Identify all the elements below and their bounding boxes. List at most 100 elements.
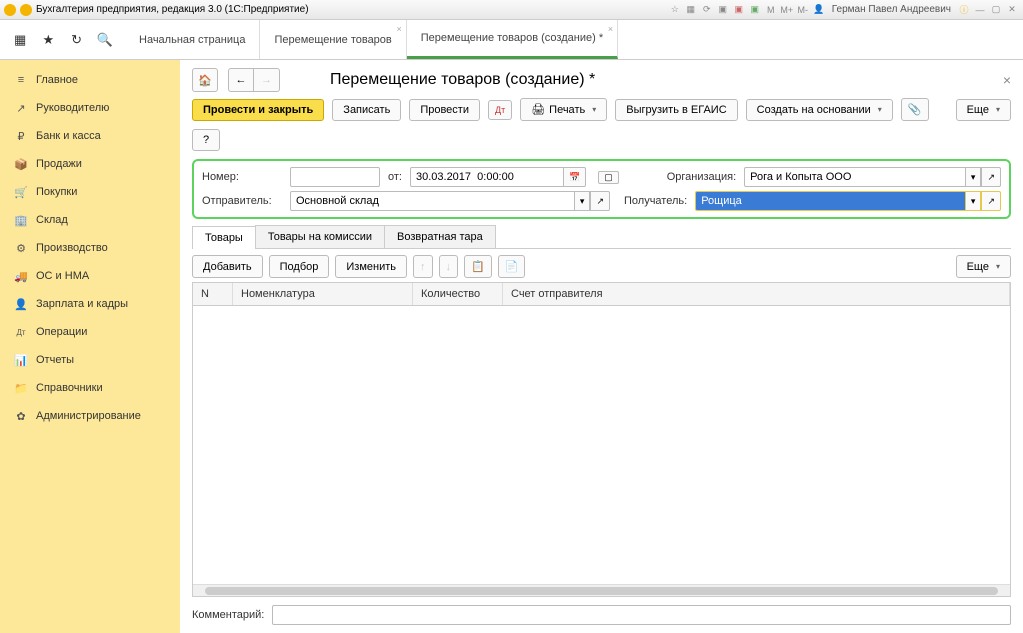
grid-more-button[interactable]: Еще: [956, 255, 1011, 278]
sidebar-item-production[interactable]: ⚙Производство: [0, 234, 180, 262]
more-button[interactable]: Еще: [956, 99, 1011, 121]
tb-icon[interactable]: ▣: [716, 3, 730, 17]
post-close-button[interactable]: Провести и закрыть: [192, 99, 324, 121]
add-button[interactable]: Добавить: [192, 255, 263, 278]
pick-button[interactable]: Подбор: [269, 255, 330, 278]
attach-button[interactable]: 📎: [901, 98, 929, 121]
col-account[interactable]: Счет отправителя: [503, 283, 1010, 305]
post-button[interactable]: Провести: [409, 99, 480, 121]
app-title: Бухгалтерия предприятия, редакция 3.0 (1…: [36, 4, 309, 15]
sidebar-item-purchases[interactable]: 🛒Покупки: [0, 178, 180, 206]
paste-button[interactable]: 📄: [498, 255, 526, 278]
tb-icon[interactable]: ⟳: [700, 3, 714, 17]
dropdown-icon[interactable]: ▾: [965, 191, 982, 211]
date-input[interactable]: [410, 167, 563, 187]
header-fields-box: Номер: от: 📅 ▢ Организация: ▾ ↗ Отправит…: [192, 159, 1011, 219]
box-icon: 📦: [14, 157, 28, 171]
sidebar-item-main[interactable]: ≡Главное: [0, 66, 180, 94]
write-button[interactable]: Записать: [332, 99, 401, 121]
sidebar-item-catalogs[interactable]: 📁Справочники: [0, 374, 180, 402]
number-input[interactable]: [290, 167, 380, 187]
cart-icon: 🛒: [14, 185, 28, 199]
sidebar: ≡Главное ↗Руководителю ₽Банк и касса 📦Пр…: [0, 60, 180, 633]
tb-icon[interactable]: M-: [796, 3, 810, 17]
ruble-icon: ₽: [14, 129, 28, 143]
bars-icon: 📊: [14, 353, 28, 367]
col-n[interactable]: N: [193, 283, 233, 305]
back-button[interactable]: ←: [228, 68, 254, 92]
menu-icon: ≡: [14, 73, 28, 87]
minimize-icon[interactable]: —: [973, 3, 987, 17]
sidebar-item-payroll[interactable]: 👤Зарплата и кадры: [0, 290, 180, 318]
subtab-commission[interactable]: Товары на комиссии: [255, 225, 385, 248]
sidebar-item-bank[interactable]: ₽Банк и касса: [0, 122, 180, 150]
col-quantity[interactable]: Количество: [413, 283, 503, 305]
person-icon: 👤: [14, 297, 28, 311]
sidebar-item-reports[interactable]: 📊Отчеты: [0, 346, 180, 374]
sidebar-item-sales[interactable]: 📦Продажи: [0, 150, 180, 178]
from-label: от:: [388, 171, 402, 183]
extra-button[interactable]: ▢: [598, 171, 619, 184]
down-button[interactable]: ↓: [439, 255, 459, 278]
tb-icon[interactable]: ☆: [668, 3, 682, 17]
close-icon[interactable]: ✕: [1005, 3, 1019, 17]
subtab-goods[interactable]: Товары: [192, 226, 256, 249]
receiver-label: Получатель:: [624, 195, 687, 207]
apps-icon[interactable]: ▦: [12, 32, 28, 48]
home-button[interactable]: 🏠: [192, 68, 218, 92]
help-button[interactable]: ?: [192, 129, 220, 151]
sidebar-item-manager[interactable]: ↗Руководителю: [0, 94, 180, 122]
calendar-icon[interactable]: 📅: [563, 167, 586, 187]
print-button[interactable]: 🖨 Печать: [520, 98, 607, 121]
copy-button[interactable]: 📋: [464, 255, 492, 278]
truck-icon: 🚚: [14, 269, 28, 283]
dk-button[interactable]: Дт: [488, 100, 512, 120]
folder-icon: 📁: [14, 381, 28, 395]
tb-icon[interactable]: M: [764, 3, 778, 17]
forward-button[interactable]: →: [254, 68, 280, 92]
tab-home[interactable]: Начальная страница: [125, 20, 260, 59]
maximize-icon[interactable]: ▢: [989, 3, 1003, 17]
close-icon[interactable]: ×: [397, 24, 402, 34]
comment-input[interactable]: [272, 605, 1011, 625]
sender-input[interactable]: [290, 191, 574, 211]
sidebar-item-operations[interactable]: ДтОперации: [0, 318, 180, 346]
open-icon[interactable]: ↗: [981, 191, 1001, 211]
dropdown-icon[interactable]: ▾: [965, 167, 982, 187]
edit-button[interactable]: Изменить: [335, 255, 407, 278]
tb-icon[interactable]: ▣: [748, 3, 762, 17]
sidebar-item-admin[interactable]: ✿Администрирование: [0, 402, 180, 430]
content: 🏠 ← → Перемещение товаров (создание) * ×…: [180, 60, 1023, 633]
close-icon[interactable]: ×: [1003, 72, 1011, 88]
gear-icon: ⚙: [14, 241, 28, 255]
tb-icon[interactable]: ▦: [684, 3, 698, 17]
col-nomenclature[interactable]: Номенклатура: [233, 283, 413, 305]
history-icon[interactable]: ↻: [69, 32, 85, 48]
create-based-button[interactable]: Создать на основании: [746, 99, 893, 121]
tb-icon[interactable]: ▣: [732, 3, 746, 17]
chart-icon: ↗: [14, 101, 28, 115]
building-icon: 🏢: [14, 213, 28, 227]
egais-button[interactable]: Выгрузить в ЕГАИС: [615, 99, 737, 121]
sidebar-item-warehouse[interactable]: 🏢Склад: [0, 206, 180, 234]
dropdown-icon[interactable]: ▾: [574, 191, 591, 211]
sidebar-item-assets[interactable]: 🚚ОС и НМА: [0, 262, 180, 290]
receiver-input[interactable]: [695, 191, 965, 211]
star-icon[interactable]: ★: [40, 32, 56, 48]
tabs: Начальная страница Перемещение товаров× …: [125, 20, 1023, 59]
grid-body[interactable]: [193, 306, 1010, 584]
grid: N Номенклатура Количество Счет отправите…: [192, 282, 1011, 597]
tab-move-items[interactable]: Перемещение товаров×: [260, 20, 406, 59]
subtab-returnable[interactable]: Возвратная тара: [384, 225, 496, 248]
open-icon[interactable]: ↗: [981, 167, 1001, 187]
close-icon[interactable]: ×: [608, 24, 613, 34]
tab-move-items-create[interactable]: Перемещение товаров (создание) *×: [407, 20, 618, 59]
up-button[interactable]: ↑: [413, 255, 433, 278]
org-input[interactable]: [744, 167, 965, 187]
tb-icon[interactable]: M+: [780, 3, 794, 17]
info-icon[interactable]: ⓘ: [957, 3, 971, 17]
open-icon[interactable]: ↗: [590, 191, 610, 211]
search-icon[interactable]: 🔍: [97, 32, 113, 48]
subtabs: Товары Товары на комиссии Возвратная тар…: [192, 225, 1011, 249]
scrollbar[interactable]: [193, 584, 1010, 596]
